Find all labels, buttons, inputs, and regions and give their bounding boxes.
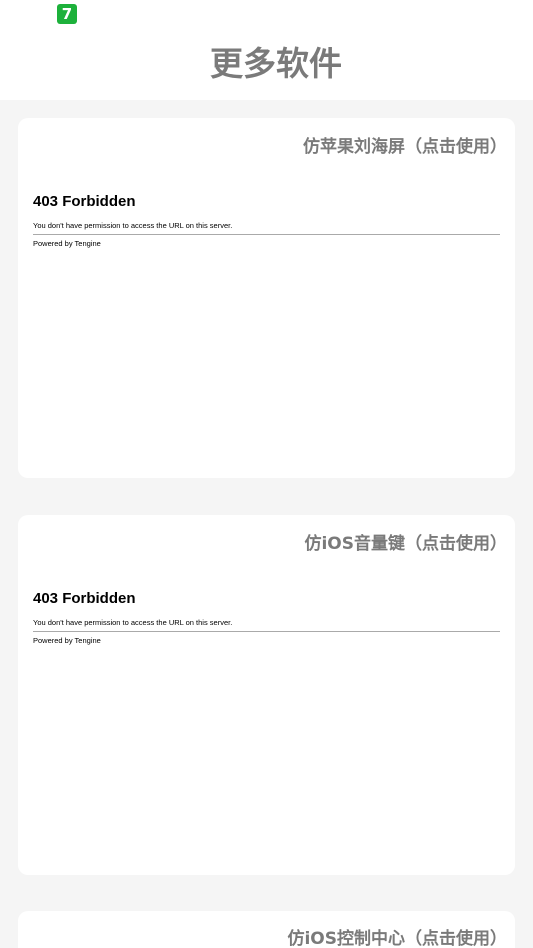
embedded-frame: 403 Forbidden You don't have permission …: [33, 575, 500, 646]
card-title-link[interactable]: 仿苹果刘海屏（点击使用）: [303, 135, 507, 159]
card-title-link[interactable]: 仿iOS控制中心（点击使用）: [287, 927, 507, 948]
divider: [33, 631, 500, 632]
app-logo-icon[interactable]: 7: [57, 4, 77, 24]
error-heading: 403 Forbidden: [33, 193, 136, 210]
software-card-volume[interactable]: 仿iOS音量键（点击使用） 403 Forbidden You don't ha…: [18, 515, 515, 875]
error-message: You don't have permission to access the …: [33, 618, 233, 627]
error-footer: Powered by Tengine: [33, 239, 101, 248]
header: 7 更多软件: [0, 0, 533, 100]
software-card-notch[interactable]: 仿苹果刘海屏（点击使用） 403 Forbidden You don't hav…: [18, 118, 515, 478]
embedded-frame: 403 Forbidden You don't have permission …: [33, 178, 500, 249]
software-card-control-center[interactable]: 仿iOS控制中心（点击使用）: [18, 911, 515, 948]
page-title: 更多软件: [210, 44, 342, 83]
error-heading: 403 Forbidden: [33, 590, 136, 607]
error-message: You don't have permission to access the …: [33, 221, 233, 230]
card-title-link[interactable]: 仿iOS音量键（点击使用）: [304, 532, 507, 556]
error-footer: Powered by Tengine: [33, 636, 101, 645]
divider: [33, 234, 500, 235]
